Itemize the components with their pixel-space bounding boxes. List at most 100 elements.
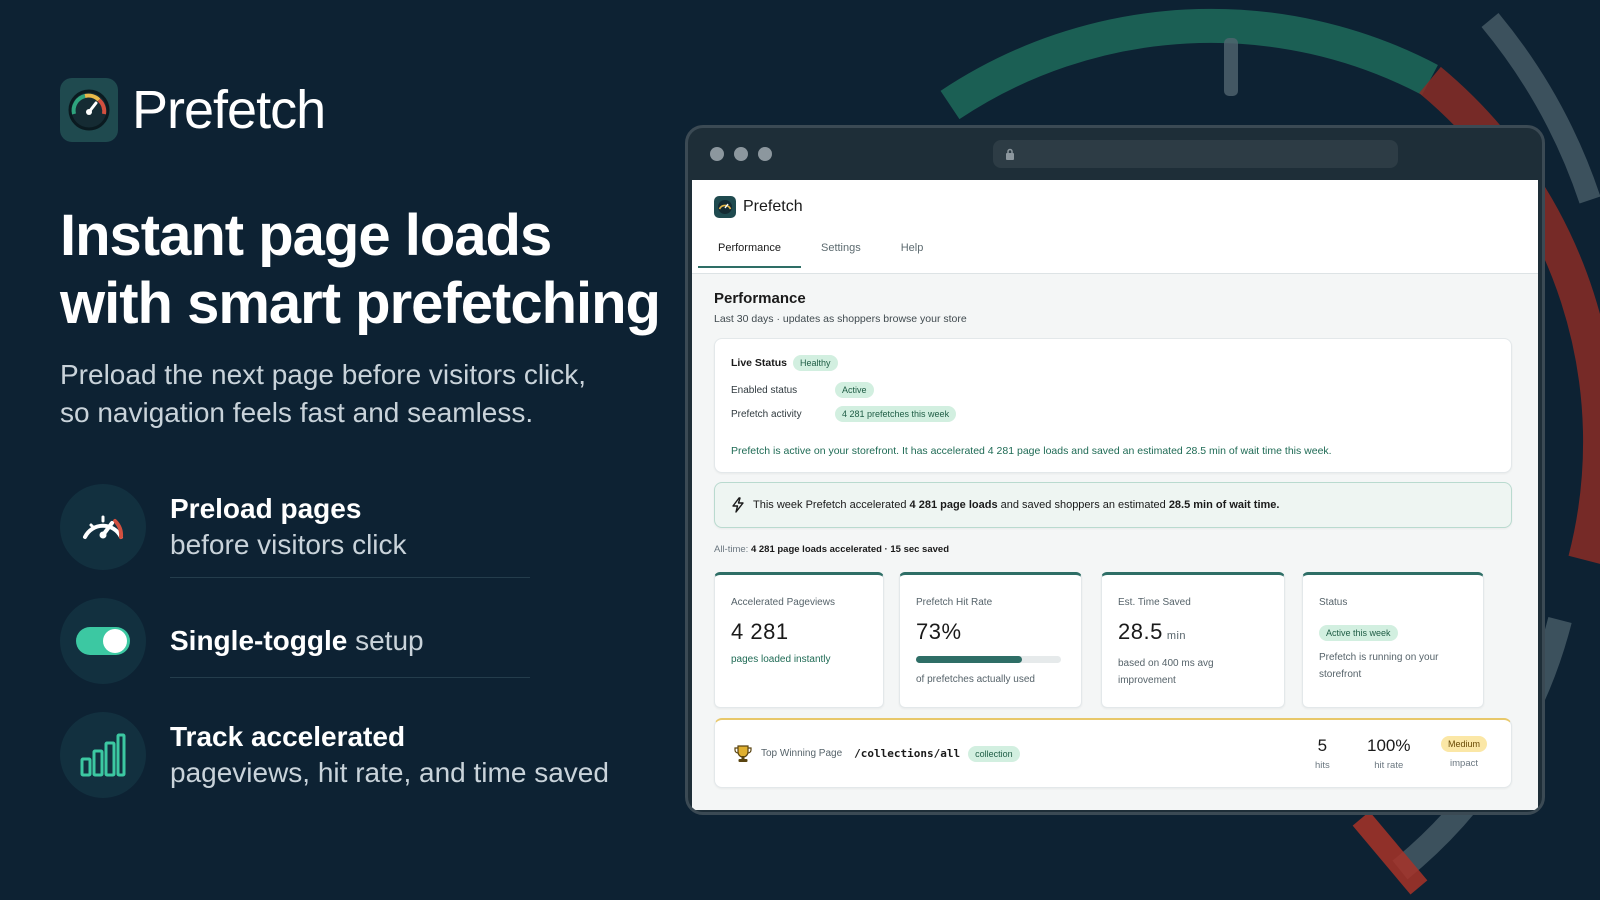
feature-title: Preload pages xyxy=(170,493,362,524)
stat-card-hit-rate: Prefetch Hit Rate 73% of prefetches actu… xyxy=(899,572,1082,708)
banner-text: This week Prefetch accelerated 4 281 pag… xyxy=(753,499,1279,511)
speedometer-logo-icon xyxy=(60,78,118,142)
app-content: Prefetch Performance Settings Help Perfo… xyxy=(692,180,1538,810)
window-minimize-dot xyxy=(734,147,748,161)
stat-label: Status xyxy=(1319,597,1348,608)
browser-chrome xyxy=(688,128,1542,180)
hits-value: 5 xyxy=(1317,736,1328,755)
stat-card-time-saved: Est. Time Saved 28.5 min based on 400 ms … xyxy=(1101,572,1285,708)
feature-divider xyxy=(170,577,530,578)
brand-header: Prefetch xyxy=(60,78,326,142)
tab-settings[interactable]: Settings xyxy=(801,234,881,268)
stat-label: Est. Time Saved xyxy=(1118,597,1191,608)
stat-note-line-2: storefront xyxy=(1319,669,1362,680)
enabled-status-label: Enabled status xyxy=(731,384,798,396)
hit-rate-progress-fill xyxy=(916,656,1022,663)
impact-label: impact xyxy=(1450,758,1478,769)
headline-line-1: Instant page loads xyxy=(60,203,552,268)
stat-note: pages loaded instantly xyxy=(731,654,831,665)
feature-title-rest: setup xyxy=(355,625,424,656)
hit-rate-label: hit rate xyxy=(1374,760,1404,771)
stat-card-status: Status Active this week Prefetch is runn… xyxy=(1302,572,1484,708)
hit-rate-value: 100% xyxy=(1367,736,1411,755)
live-status-title: Live Status xyxy=(731,357,788,369)
prefetch-activity-row: Prefetch activity 4 281 prefetches this … xyxy=(731,406,957,422)
hero-subhead: Preload the next page before visitors cl… xyxy=(60,356,660,432)
browser-window: Prefetch Performance Settings Help Perfo… xyxy=(685,125,1545,815)
status-badge: Active this week xyxy=(1319,625,1398,641)
weekly-summary-banner: This week Prefetch accelerated 4 281 pag… xyxy=(714,482,1512,528)
speedometer-logo-icon xyxy=(714,196,736,218)
feature-title: Single-toggle xyxy=(170,625,348,656)
feature-track-accelerated: Track accelerated pageviews, hit rate, a… xyxy=(60,712,609,798)
trophy-icon xyxy=(734,744,752,762)
subhead-line-1: Preload the next page before visitors cl… xyxy=(60,359,587,390)
tab-bar: Performance Settings Help xyxy=(698,234,943,268)
stat-note-line-1: based on 400 ms avg xyxy=(1118,658,1214,669)
banner-loads: 4 281 page loads xyxy=(909,499,998,511)
stat-label: Prefetch Hit Rate xyxy=(916,597,993,608)
banner-saved: 28.5 min of wait time. xyxy=(1168,499,1280,511)
live-status-card: Live Status Healthy Enabled status Activ… xyxy=(714,338,1512,473)
live-status-header: Live Status Healthy xyxy=(731,355,838,371)
window-close-dot xyxy=(710,147,724,161)
app-brand-name: Prefetch xyxy=(743,198,803,215)
lock-icon xyxy=(1006,148,1014,160)
top-page-label: Top Winning Page xyxy=(761,748,843,759)
banner-pre: This week Prefetch accelerated xyxy=(753,499,907,511)
prefetch-activity-label: Prefetch activity xyxy=(731,408,802,420)
tab-performance[interactable]: Performance xyxy=(698,234,801,268)
impact-badge: Medium xyxy=(1441,736,1488,752)
live-status-message: Prefetch is active on your storefront. I… xyxy=(731,445,1332,457)
stat-card-pageviews: Accelerated Pageviews 4 281 pages loaded… xyxy=(714,572,884,708)
enabled-status-row: Enabled status Active xyxy=(731,382,874,398)
bar-chart-icon xyxy=(60,712,146,798)
speedometer-icon xyxy=(60,484,146,570)
stat-note-line-1: Prefetch is running on your xyxy=(1319,652,1439,663)
alltime-summary: All-time: 4 281 page loads accelerated ·… xyxy=(714,544,949,555)
stat-note: based on 400 ms avg improvement xyxy=(1118,655,1214,689)
hits-label: hits xyxy=(1315,760,1330,771)
brand-name: Prefetch xyxy=(132,80,326,140)
address-bar[interactable] xyxy=(993,140,1398,168)
window-maximize-dot xyxy=(758,147,772,161)
app-header: Prefetch Performance Settings Help xyxy=(692,180,1538,274)
feature-divider xyxy=(170,677,530,678)
stat-note-line-2: improvement xyxy=(1118,675,1176,686)
top-page-path[interactable]: /collections/all xyxy=(854,747,960,760)
tab-help[interactable]: Help xyxy=(881,234,944,268)
headline-line-2: with smart prefetching xyxy=(60,271,661,336)
prefetch-activity-badge: 4 281 prefetches this week xyxy=(835,406,957,422)
hit-rate-metric: 100% hit rate xyxy=(1367,736,1410,771)
stat-unit: min xyxy=(1166,630,1187,642)
stat-value-row: 28.5 min xyxy=(1118,619,1186,645)
stat-value: 73% xyxy=(916,619,962,644)
app-brand: Prefetch xyxy=(714,196,803,218)
section-subtitle: Last 30 days · updates as shoppers brows… xyxy=(714,313,967,325)
stat-value: 28.5 xyxy=(1118,619,1163,644)
banner-mid: and saved shoppers an estimated xyxy=(1000,499,1166,511)
status-badge: Healthy xyxy=(793,355,838,371)
enabled-status-badge: Active xyxy=(835,382,874,398)
hits-metric: 5 hits xyxy=(1315,736,1330,771)
lightning-icon xyxy=(732,497,744,513)
status-badge-wrap: Active this week xyxy=(1319,623,1398,641)
feature-preload-pages: Preload pages before visitors click xyxy=(60,484,407,570)
feature-title-line: Single-toggle setup xyxy=(170,623,424,659)
stat-note: Prefetch is running on your storefront xyxy=(1319,649,1439,683)
feature-single-toggle: Single-toggle setup xyxy=(60,598,424,684)
feature-title: Track accelerated xyxy=(170,721,406,752)
impact-metric: Medium impact xyxy=(1441,734,1488,769)
stat-value: 4 281 xyxy=(731,619,789,644)
stat-label: Accelerated Pageviews xyxy=(731,597,835,608)
section-title: Performance xyxy=(714,290,806,307)
feature-subtitle: before visitors click xyxy=(170,529,407,560)
hit-rate-progress-track xyxy=(916,656,1061,663)
feature-subtitle: pageviews, hit rate, and time saved xyxy=(170,757,609,788)
stat-note: of prefetches actually used xyxy=(916,674,1035,685)
subhead-line-2: so navigation feels fast and seamless. xyxy=(60,397,534,428)
hero-headline: Instant page loads with smart prefetchin… xyxy=(60,202,680,338)
toggle-icon xyxy=(60,598,146,684)
page-type-tag: collection xyxy=(968,745,1020,762)
alltime-label: All-time: xyxy=(714,544,749,555)
